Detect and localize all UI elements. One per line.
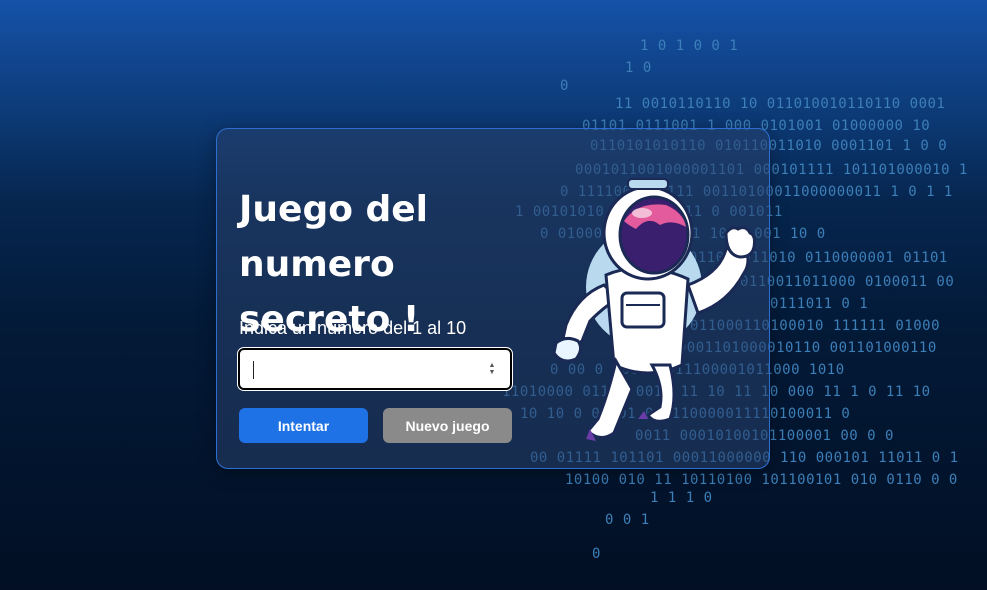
title-line-1: Juego del: [239, 189, 428, 230]
spin-down-icon[interactable]: ▼: [488, 369, 496, 376]
number-prompt-label: Indica un numero del 1 al 10: [239, 318, 467, 338]
number-input[interactable]: [250, 356, 474, 386]
try-button[interactable]: Intentar: [239, 408, 368, 443]
astronaut-icon: [552, 178, 756, 441]
number-spinner[interactable]: ▲ ▼: [488, 362, 496, 378]
text-caret: [253, 361, 254, 379]
new-game-button[interactable]: Nuevo juego: [383, 408, 512, 443]
spin-up-icon[interactable]: ▲: [488, 362, 496, 369]
number-input-wrapper[interactable]: ▲ ▼: [238, 348, 512, 390]
